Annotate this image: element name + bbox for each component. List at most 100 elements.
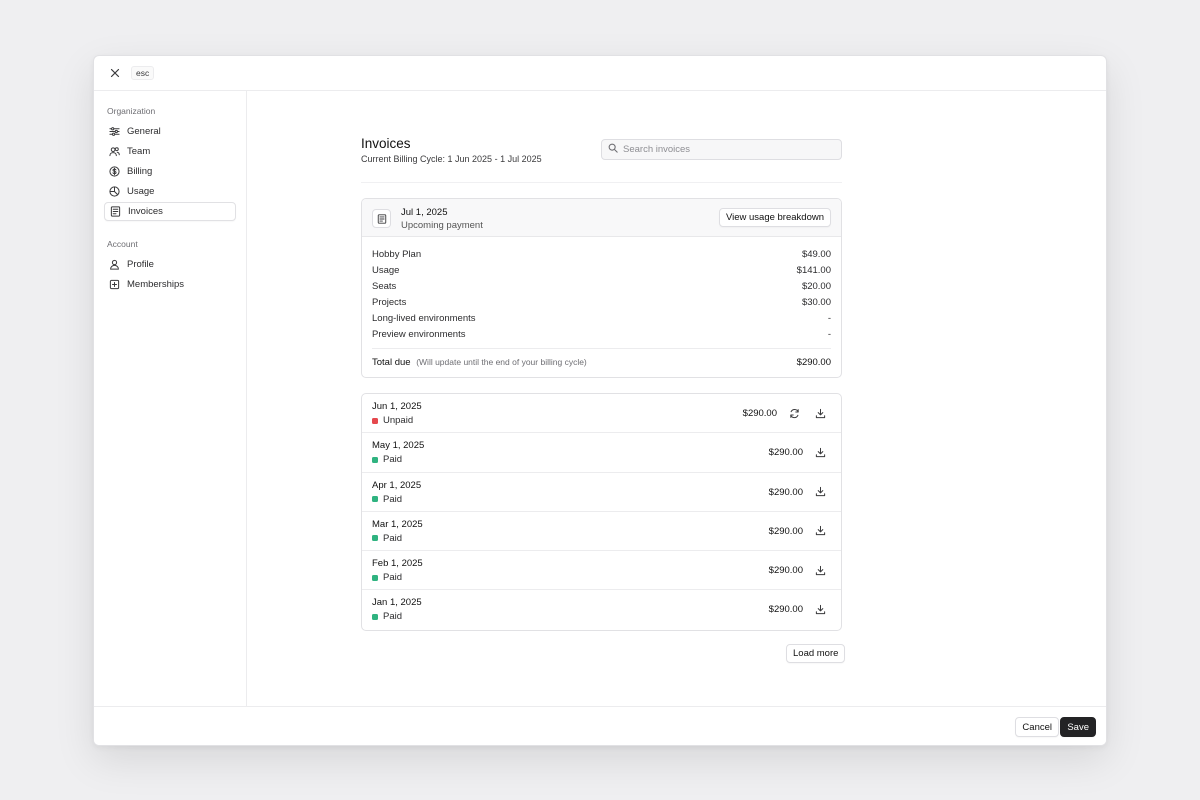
- dollar-circle-icon: [108, 166, 120, 178]
- upcoming-invoice-card: Jul 1, 2025 Upcoming payment View usage …: [361, 198, 842, 378]
- sidebar-item-general[interactable]: General: [104, 122, 236, 141]
- paid-status-dot: [372, 456, 378, 463]
- invoice-status-label: Paid: [383, 611, 403, 623]
- invoice-status: Paid: [372, 611, 402, 622]
- sidebar-item-usage[interactable]: Usage: [104, 182, 236, 201]
- sliders-icon: [108, 126, 120, 138]
- upcoming-status: Upcoming payment: [401, 220, 483, 231]
- invoice-status-label: Paid: [383, 493, 403, 505]
- line-item-label: Usage: [372, 264, 400, 276]
- total-due-label: Total due: [372, 357, 411, 368]
- line-item-amount: $20.00: [801, 280, 831, 292]
- line-item: Long-lived environments -: [372, 310, 831, 326]
- user-icon: [108, 259, 120, 271]
- sidebar-item-label: Usage: [127, 186, 155, 197]
- line-item-amount: -: [827, 312, 831, 324]
- cancel-button[interactable]: Cancel: [1015, 717, 1059, 737]
- invoice-status-label: Paid: [383, 454, 403, 466]
- download-icon[interactable]: [813, 406, 827, 420]
- paid-status-dot: [372, 496, 378, 503]
- view-usage-breakdown-button[interactable]: View usage breakdown: [718, 208, 831, 227]
- sidebar-item-invoices[interactable]: Invoices: [104, 202, 236, 221]
- invoice-status-label: Paid: [383, 572, 403, 584]
- invoice-date: May 1, 2025: [372, 440, 425, 452]
- invoice-status: Unpaid: [372, 415, 413, 426]
- pie-chart-icon: [108, 186, 120, 198]
- settings-sidebar: Organization General Team Billing Usage …: [94, 91, 247, 706]
- invoice-amount: $290.00: [742, 408, 777, 419]
- invoices-content: Invoices Current Billing Cycle: 1 Jun 20…: [247, 91, 1106, 706]
- invoice-status: Paid: [372, 494, 402, 505]
- search-box[interactable]: [601, 139, 842, 160]
- invoice-row: Apr 1, 2025 Paid $290.00: [362, 473, 841, 512]
- download-icon[interactable]: [813, 485, 827, 499]
- line-item-amount: $30.00: [801, 296, 831, 308]
- receipt-icon: [109, 206, 121, 218]
- close-icon[interactable]: [109, 67, 121, 79]
- invoice-row: May 1, 2025 Paid $290.00: [362, 433, 841, 473]
- total-due-row: Total due (Will update until the end of …: [372, 348, 831, 368]
- plus-square-icon: [108, 279, 120, 291]
- save-button[interactable]: Save: [1060, 717, 1096, 737]
- invoice-row: Jan 1, 2025 Paid $290.00: [362, 590, 841, 629]
- invoice-status-label: Unpaid: [383, 415, 414, 426]
- invoice-date: Jun 1, 2025: [372, 401, 422, 412]
- download-icon[interactable]: [813, 445, 827, 459]
- upcoming-date: Jul 1, 2025: [401, 207, 448, 218]
- modal-topbar: esc: [94, 56, 1106, 91]
- total-due-amount: $290.00: [796, 357, 831, 368]
- modal-footer: Cancel Save: [94, 706, 1106, 745]
- search-icon: [608, 143, 618, 156]
- sidebar-item-label: Team: [127, 146, 151, 157]
- sidebar-heading-organization: Organization: [107, 106, 156, 116]
- billing-cycle-text: Current Billing Cycle: 1 Jun 2025 - 1 Ju…: [361, 154, 542, 164]
- sidebar-item-billing[interactable]: Billing: [104, 162, 236, 181]
- invoice-amount: $290.00: [768, 604, 803, 616]
- line-item: Projects $30.00: [372, 294, 831, 310]
- invoice-amount: $290.00: [768, 447, 803, 459]
- line-item: Usage $141.00: [372, 262, 831, 278]
- unpaid-status-dot: [372, 417, 378, 424]
- load-more-button[interactable]: Load more: [786, 644, 846, 663]
- sidebar-item-label: Invoices: [128, 206, 163, 217]
- sidebar-heading-account: Account: [107, 239, 138, 249]
- invoice-history-list: Jun 1, 2025 Unpaid $290.00 May 1, 2025 P…: [361, 393, 842, 631]
- sidebar-item-label: General: [127, 126, 161, 137]
- sidebar-item-label: Profile: [127, 259, 154, 270]
- invoice-status: Paid: [372, 533, 402, 544]
- retry-payment-icon[interactable]: [787, 406, 801, 420]
- sidebar-item-label: Memberships: [127, 279, 185, 290]
- sidebar-item-team[interactable]: Team: [104, 142, 236, 161]
- esc-shortcut-badge: esc: [131, 66, 155, 80]
- download-icon[interactable]: [813, 563, 827, 577]
- line-item-label: Long-lived environments: [372, 312, 476, 324]
- sidebar-item-memberships[interactable]: Memberships: [104, 275, 236, 294]
- invoice-row: Feb 1, 2025 Paid $290.00: [362, 551, 841, 591]
- line-item: Hobby Plan $49.00: [372, 246, 831, 262]
- invoice-amount: $290.00: [768, 486, 803, 498]
- paid-status-dot: [372, 613, 378, 620]
- search-input[interactable]: [623, 144, 823, 155]
- line-item-label: Seats: [372, 280, 397, 292]
- receipt-icon: [372, 209, 391, 228]
- line-item-label: Hobby Plan: [372, 248, 422, 260]
- line-item-label: Projects: [372, 296, 407, 308]
- line-item-amount: $49.00: [801, 248, 831, 260]
- sidebar-item-profile[interactable]: Profile: [104, 255, 236, 274]
- invoice-date: Feb 1, 2025: [372, 558, 423, 570]
- line-items-list: Hobby Plan $49.00 Usage $141.00 Seats $2…: [362, 237, 841, 342]
- invoice-status-label: Paid: [383, 532, 403, 544]
- invoice-amount: $290.00: [768, 565, 803, 577]
- download-icon[interactable]: [813, 524, 827, 538]
- invoice-status: Paid: [372, 572, 402, 583]
- invoice-date: Apr 1, 2025: [372, 479, 422, 491]
- line-item-amount: $141.00: [796, 264, 831, 276]
- download-icon[interactable]: [813, 602, 827, 616]
- sidebar-item-label: Billing: [127, 166, 153, 177]
- invoice-row: Mar 1, 2025 Paid $290.00: [362, 512, 841, 552]
- line-item: Seats $20.00: [372, 278, 831, 294]
- invoice-date: Mar 1, 2025: [372, 518, 423, 530]
- paid-status-dot: [372, 535, 378, 542]
- invoice-amount: $290.00: [768, 525, 803, 537]
- line-item-amount: -: [827, 328, 831, 340]
